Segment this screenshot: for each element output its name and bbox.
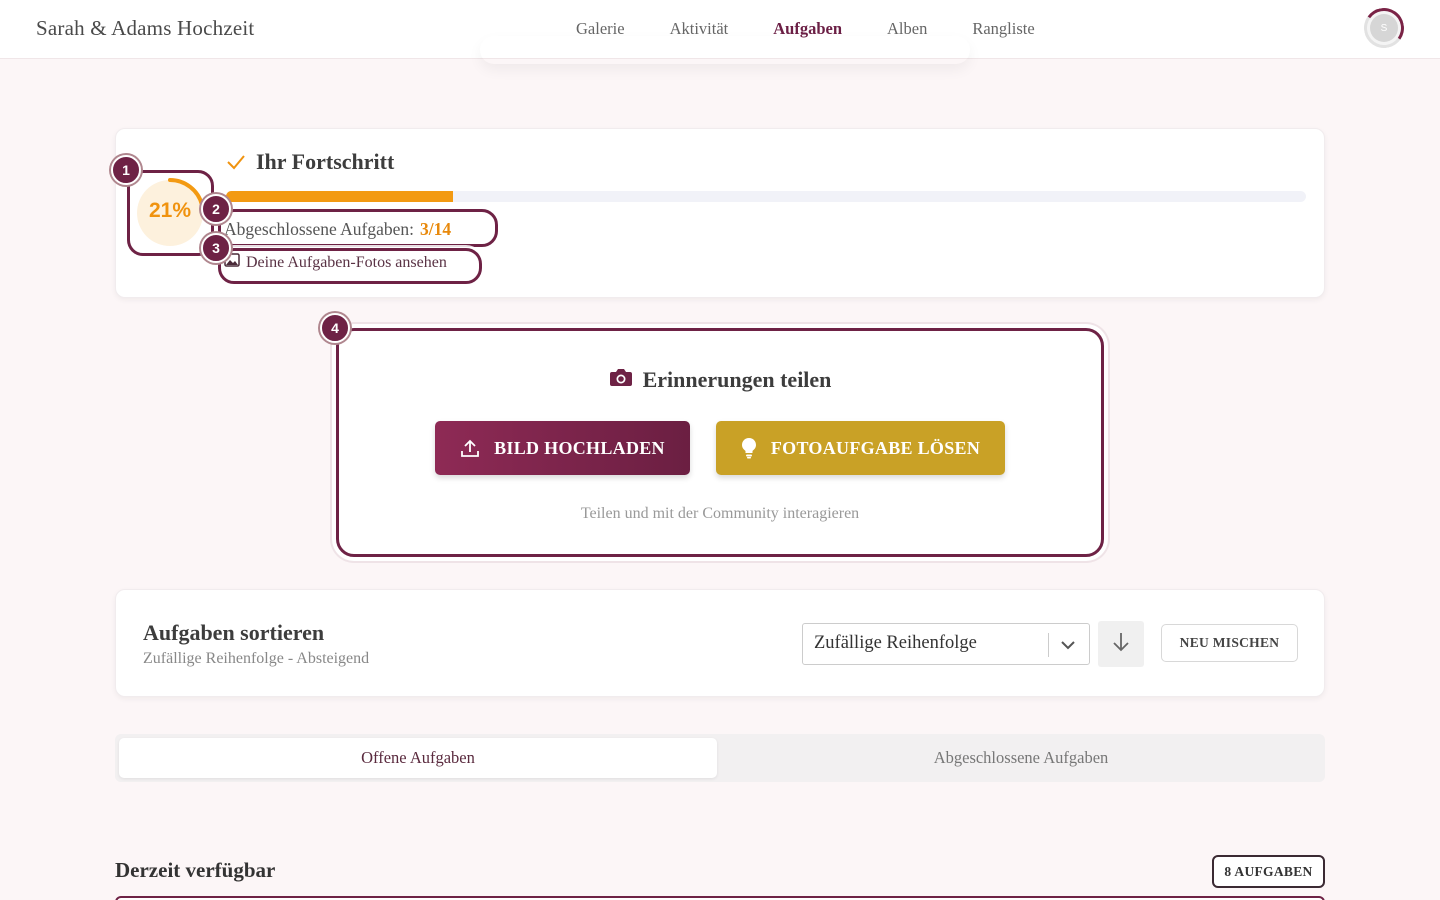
user-avatar-button[interactable]: S bbox=[1360, 4, 1408, 52]
sort-direction-button[interactable] bbox=[1098, 621, 1144, 667]
highlight-badge-2: 2 bbox=[201, 194, 231, 224]
upload-image-button[interactable]: BILD HOCHLADEN bbox=[435, 421, 690, 475]
camera-icon bbox=[609, 367, 633, 393]
share-title-row: Erinnerungen teilen bbox=[339, 367, 1101, 393]
highlight-box-2 bbox=[218, 209, 498, 247]
upload-icon bbox=[460, 438, 480, 458]
section-title: Derzeit verfügbar bbox=[115, 858, 276, 882]
check-icon bbox=[226, 153, 246, 175]
nav-item-aufgaben[interactable]: Aufgaben bbox=[773, 19, 842, 39]
share-memories-card: Erinnerungen teilen BILD HOCHLADEN FOTOA… bbox=[336, 328, 1104, 557]
arrow-down-icon bbox=[1112, 631, 1130, 657]
main-nav: Galerie Aktivität Aufgaben Alben Ranglis… bbox=[554, 19, 1080, 39]
tab-completed-tasks[interactable]: Abgeschlossene Aufgaben bbox=[721, 738, 1321, 778]
select-divider bbox=[1048, 633, 1049, 657]
nav-item-aktivitaet[interactable]: Aktivität bbox=[670, 19, 729, 39]
sort-order-value: Zufällige Reihenfolge bbox=[814, 633, 977, 653]
top-navigation-bar: Sarah & Adams Hochzeit Galerie Aktivität… bbox=[0, 0, 1440, 59]
nav-item-alben[interactable]: Alben bbox=[887, 19, 927, 39]
reshuffle-button[interactable]: NEU MISCHEN bbox=[1161, 624, 1298, 662]
highlight-badge-1: 1 bbox=[111, 155, 141, 185]
task-card-preview[interactable] bbox=[115, 896, 1325, 900]
share-subtitle: Teilen und mit der Community interagiere… bbox=[580, 505, 860, 522]
solve-photo-task-label: FOTOAUFGABE LÖSEN bbox=[770, 437, 981, 458]
upload-image-label: BILD HOCHLADEN bbox=[494, 437, 665, 458]
progress-title: Ihr Fortschritt bbox=[256, 149, 395, 174]
task-count-badge: 8 AUFGABEN bbox=[1212, 855, 1325, 888]
sort-title: Aufgaben sortieren bbox=[143, 620, 325, 645]
highlight-box-3 bbox=[218, 248, 482, 284]
solve-photo-task-button[interactable]: FOTOAUFGABE LÖSEN bbox=[716, 421, 1005, 475]
sort-subtitle: Zufällige Reihenfolge - Absteigend bbox=[143, 650, 370, 667]
share-title: Erinnerungen teilen bbox=[642, 367, 832, 392]
progress-bar bbox=[226, 191, 1306, 202]
sort-tasks-card: Aufgaben sortieren Zufällige Reihenfolge… bbox=[115, 589, 1325, 697]
progress-bar-fill bbox=[226, 191, 453, 202]
nav-item-galerie[interactable]: Galerie bbox=[576, 19, 625, 39]
site-brand[interactable]: Sarah & Adams Hochzeit bbox=[36, 16, 254, 41]
highlight-badge-4: 4 bbox=[320, 313, 350, 343]
sort-order-select[interactable]: Zufällige Reihenfolge bbox=[802, 623, 1090, 665]
chevron-down-icon[interactable] bbox=[1059, 636, 1077, 658]
avatar: S bbox=[1370, 14, 1398, 42]
nav-item-rangliste[interactable]: Rangliste bbox=[972, 19, 1034, 39]
tab-open-tasks[interactable]: Offene Aufgaben bbox=[119, 738, 717, 778]
task-tabs: Offene Aufgaben Abgeschlossene Aufgaben bbox=[115, 734, 1325, 782]
highlight-badge-3: 3 bbox=[201, 233, 231, 263]
nav-shadow-decoration bbox=[480, 36, 970, 64]
lightbulb-icon bbox=[741, 437, 757, 459]
